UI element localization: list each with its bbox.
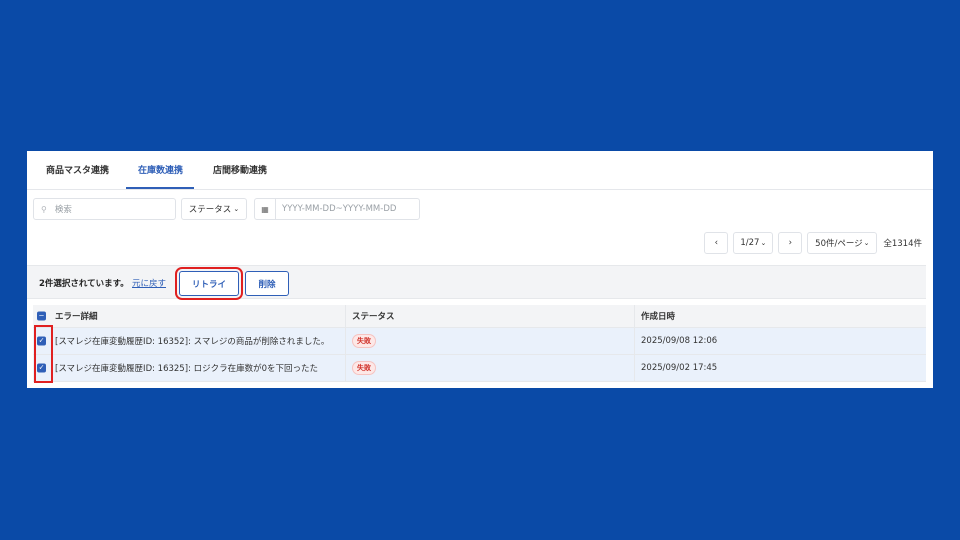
row-detail: [スマレジ在庫変動履歴ID: 16352]: スマレジの商品が削除されました。 — [55, 337, 330, 347]
row-detail: [スマレジ在庫変動履歴ID: 16325]: ロジクラ在庫数が0を下回ったた — [55, 364, 319, 374]
status-badge: 失敗 — [352, 361, 376, 375]
row-status-cell: 失敗 — [345, 355, 633, 381]
search-placeholder: 検索 — [54, 205, 72, 215]
checkbox-highlight-box — [34, 325, 53, 383]
tab-bar: 商品マスタ連携 在庫数連携 店間移動連携 — [27, 151, 933, 190]
tab-inventory[interactable]: 在庫数連携 — [138, 163, 183, 176]
table-row[interactable]: ✓ [スマレジ在庫変動履歴ID: 16325]: ロジクラ在庫数が0を下回ったた… — [33, 355, 926, 382]
bulk-action-bar: 2件選択されています。 元に戻す リトライ 削除 — [27, 265, 926, 300]
calendar-icon: ▦ — [255, 199, 276, 219]
error-table: − エラー詳細 ステータス 作成日時 ✓ [スマレジ在庫変動履歴ID: 1635… — [33, 305, 926, 382]
table-header-row: − エラー詳細 ステータス 作成日時 — [33, 305, 926, 328]
prev-page-button[interactable]: ‹ — [704, 232, 729, 254]
total-count: 全1314件 — [883, 239, 922, 249]
search-input[interactable]: ⚲ 検索 — [33, 198, 176, 220]
per-page-select[interactable]: 50件/ページ ⌄ — [807, 232, 878, 254]
active-tab-indicator — [126, 187, 194, 189]
retry-button[interactable]: リトライ — [175, 267, 243, 300]
page-indicator: 1/27 — [740, 238, 760, 248]
undo-link[interactable]: 元に戻す — [132, 277, 166, 289]
header-status: ステータス — [345, 305, 633, 327]
selection-count-text: 2件選択されています。 — [39, 279, 129, 289]
select-all-checkbox[interactable]: − — [37, 311, 46, 321]
chevron-down-icon: ⌄ — [233, 205, 240, 213]
row-created: 2025/09/02 17:45 — [634, 355, 924, 381]
status-filter-label: ステータス — [188, 205, 232, 215]
header-detail: エラー詳細 — [55, 312, 98, 322]
integration-panel: 商品マスタ連携 在庫数連携 店間移動連携 ⚲ 検索 ステータス ⌄ ▦ YYYY… — [27, 151, 933, 388]
header-created: 作成日時 — [634, 305, 924, 327]
status-badge: 失敗 — [352, 334, 376, 348]
chevron-down-icon: ⌄ — [863, 239, 870, 247]
chevron-right-icon: › — [788, 238, 793, 248]
tab-product-master[interactable]: 商品マスタ連携 — [46, 163, 109, 176]
page-select[interactable]: 1/27 ⌄ — [733, 232, 774, 254]
table-row[interactable]: ✓ [スマレジ在庫変動履歴ID: 16352]: スマレジの商品が削除されました… — [33, 328, 926, 355]
chevron-down-icon: ⌄ — [760, 239, 767, 247]
date-placeholder: YYYY-MM-DD~YYYY-MM-DD — [282, 204, 397, 214]
next-page-button[interactable]: › — [778, 232, 803, 254]
chevron-left-icon: ‹ — [714, 238, 719, 248]
tab-store-transfer[interactable]: 店間移動連携 — [213, 163, 267, 176]
delete-button[interactable]: 削除 — [245, 271, 289, 296]
row-status-cell: 失敗 — [345, 328, 633, 354]
status-filter-select[interactable]: ステータス ⌄ — [181, 198, 247, 220]
per-page-label: 50件/ページ — [815, 239, 863, 249]
pagination: ‹ 1/27 ⌄ › 50件/ページ ⌄ 全1314件 — [704, 232, 922, 254]
search-icon: ⚲ — [41, 204, 47, 214]
row-created: 2025/09/08 12:06 — [634, 328, 924, 354]
date-range-input[interactable]: ▦ YYYY-MM-DD~YYYY-MM-DD — [254, 198, 420, 220]
